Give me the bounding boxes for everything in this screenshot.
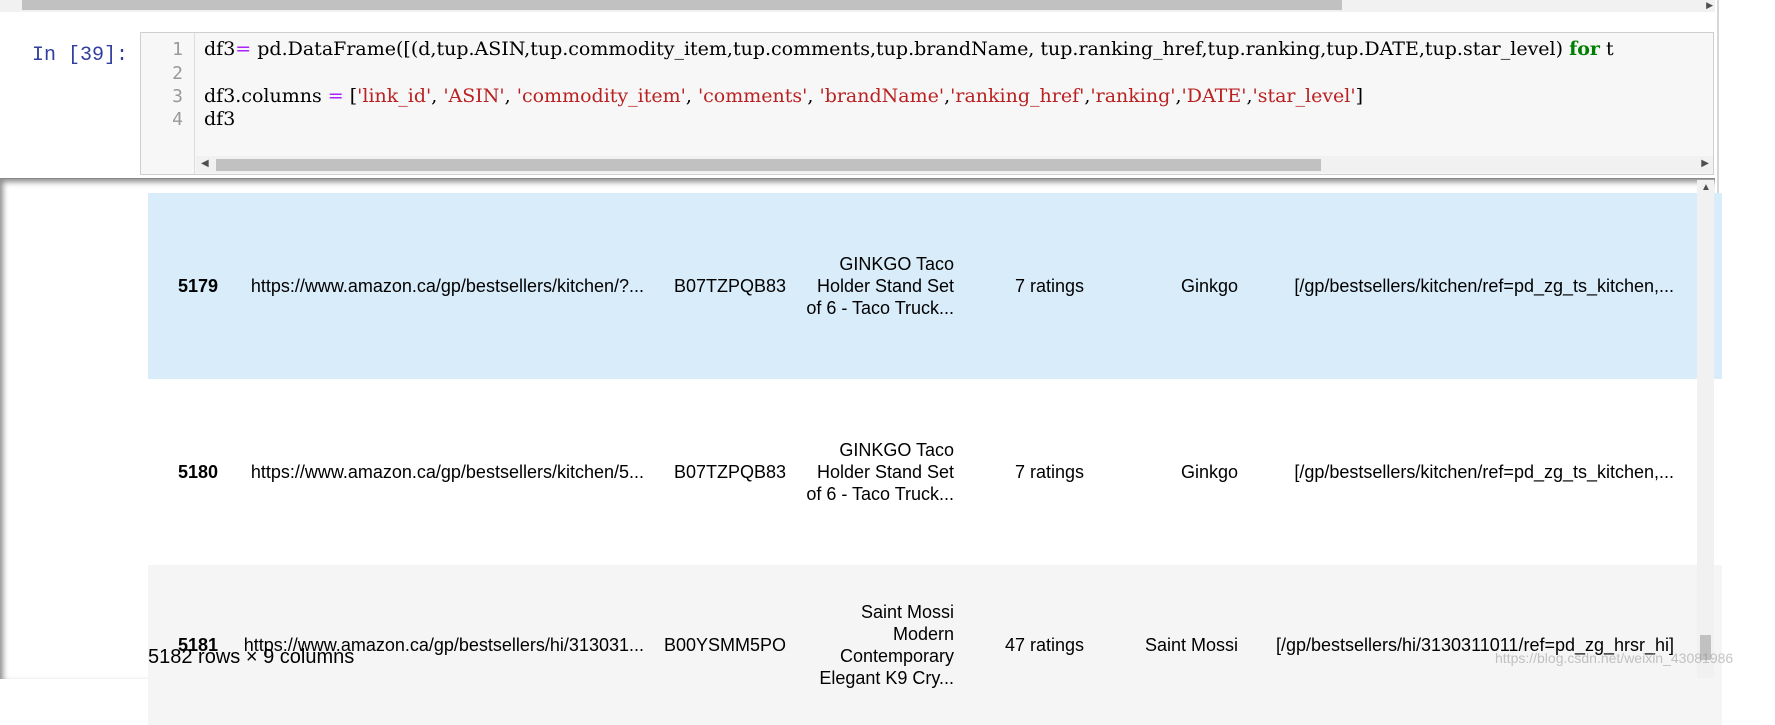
line-number-gutter: 1 2 3 4 — [141, 33, 195, 174]
code-token: pd.DataFrame([(d,tup.ASIN,tup.commodity_… — [251, 38, 1570, 60]
row-index: 5180 — [177, 461, 218, 482]
dataframe-table: 5179 https://www.amazon.ca/gp/bestseller… — [148, 193, 1723, 725]
code-token: df3 — [204, 108, 236, 130]
outer-horizontal-scrollbar[interactable]: ▶ — [0, 0, 1715, 12]
dataframe-shape: 5182 rows × 9 columns — [148, 646, 355, 668]
code-operator: = — [235, 38, 252, 60]
scroll-right-arrow-icon[interactable]: ▶ — [1701, 158, 1709, 169]
cell-comments: 7 ratings — [1015, 275, 1085, 296]
cell-prompt: In [39]: — [32, 44, 129, 67]
code-token: df3.columns — [204, 85, 328, 107]
cell-ranking-href: [/gp/bestsellers/hi/3130311011/ref=pd_zg… — [1275, 634, 1675, 655]
code-string: 'ranking_href' — [950, 85, 1085, 107]
cell-link-id: https://www.amazon.ca/gp/bestsellers/kit… — [250, 275, 644, 296]
line-number: 1 — [172, 39, 183, 60]
cell-brand-name: Ginkgo — [1181, 275, 1239, 296]
code-cell-editor[interactable]: 1 2 3 4 df3= pd.DataFrame([(d,tup.ASIN,t… — [140, 32, 1714, 175]
table-row: 5180 https://www.amazon.ca/gp/bestseller… — [148, 379, 1723, 565]
scroll-right-arrow-icon[interactable]: ▶ — [1706, 0, 1713, 10]
code-string: 'brandName' — [819, 85, 945, 107]
cell-asin: B07TZPQB83 — [673, 461, 787, 482]
code-string: 'DATE' — [1181, 85, 1247, 107]
code-string: 'ranking' — [1090, 85, 1176, 107]
cell-link-id: https://www.amazon.ca/gp/bestsellers/kit… — [250, 461, 644, 482]
row-index: 5179 — [177, 275, 218, 296]
scroll-left-arrow-icon[interactable]: ◀ — [201, 158, 209, 169]
table-row: 5181 https://www.amazon.ca/gp/bestseller… — [148, 565, 1723, 725]
cell-comments: 47 ratings — [1004, 634, 1085, 655]
table-row: 5179 https://www.amazon.ca/gp/bestseller… — [148, 193, 1723, 379]
line-number: 2 — [172, 63, 183, 84]
output-vertical-scrollbar[interactable]: ▲ — [1697, 180, 1714, 678]
line-number: 3 — [172, 86, 183, 107]
cell-brand-name: Saint Mossi — [1145, 634, 1239, 655]
code-keyword: for — [1569, 38, 1600, 60]
line-number: 4 — [172, 109, 183, 130]
cell-brand-name: Ginkgo — [1181, 461, 1239, 482]
code-string: 'star_level' — [1252, 85, 1356, 107]
code-token: df3 — [204, 38, 236, 60]
code-string: 'link_id' — [357, 85, 432, 107]
code-string: 'comments' — [697, 85, 808, 107]
code-token: t — [1599, 38, 1614, 60]
cell-ranking-href: [/gp/bestsellers/kitchen/ref=pd_zg_ts_ki… — [1294, 275, 1675, 296]
outer-scrollbar-thumb[interactable] — [22, 0, 1342, 10]
code-token: ] — [1355, 85, 1364, 107]
cell-link-id: https://www.amazon.ca/gp/bestsellers/hi/… — [243, 634, 644, 655]
cell-commodity-item: GINKGO Taco Holder Stand Set of 6 - Taco… — [806, 254, 955, 318]
code-operator: = — [327, 85, 344, 107]
watermark: https://blog.csdn.net/weixin_43081986 — [1495, 650, 1734, 666]
code-string: 'commodity_item' — [516, 85, 686, 107]
cell-commodity-item: GINKGO Taco Holder Stand Set of 6 - Taco… — [806, 440, 955, 504]
code-line-3[interactable]: df3.columns = ['link_id', 'ASIN', 'commo… — [204, 85, 1363, 107]
cell-asin: B07TZPQB83 — [673, 275, 787, 296]
code-token: [ — [343, 85, 358, 107]
cell-commodity-item: Saint Mossi Modern Contemporary Elegant … — [819, 602, 955, 688]
cell-ranking-href: [/gp/bestsellers/kitchen/ref=pd_zg_ts_ki… — [1294, 461, 1675, 482]
cell-comments: 7 ratings — [1015, 461, 1085, 482]
code-horizontal-scrollbar[interactable]: ◀ ▶ — [196, 156, 1713, 173]
row-index: 5181 — [177, 634, 218, 655]
scroll-up-arrow-icon[interactable]: ▲ — [1701, 182, 1711, 193]
cell-asin: B00YSMM5PO — [664, 634, 787, 655]
code-line-4[interactable]: df3 — [204, 108, 235, 130]
code-string: 'ASIN' — [443, 85, 505, 107]
code-line-1[interactable]: df3= pd.DataFrame([(d,tup.ASIN,tup.commo… — [204, 38, 1614, 60]
code-scrollbar-thumb[interactable] — [216, 159, 1321, 171]
